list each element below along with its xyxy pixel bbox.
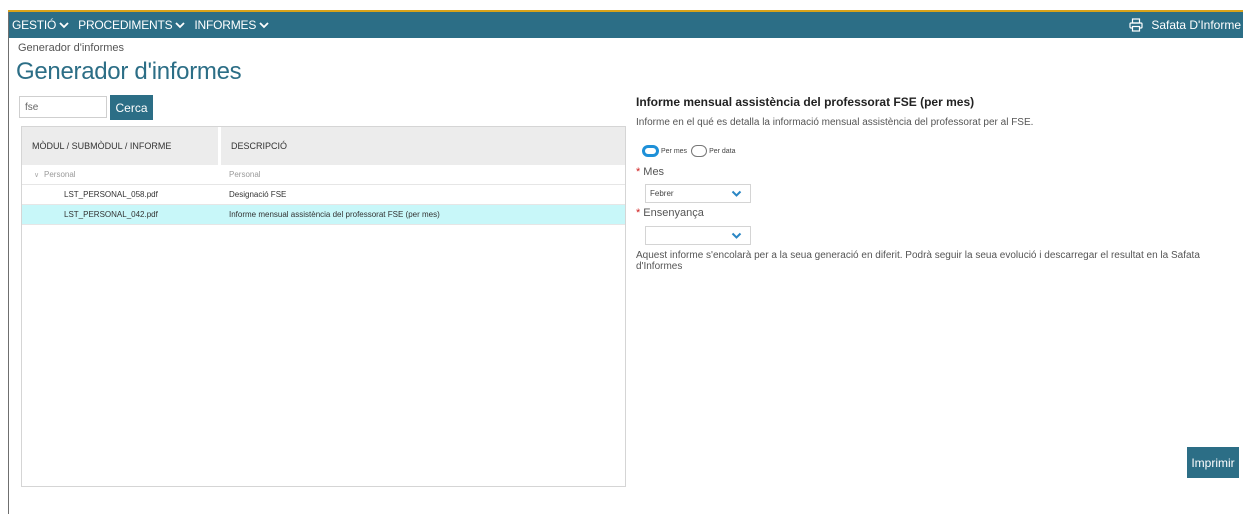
required-mark: *	[636, 166, 641, 178]
table-row[interactable]: LST_PERSONAL_058.pdf Designació FSE	[22, 185, 625, 205]
menu-gestio[interactable]: GESTIÓ	[12, 18, 70, 32]
table-cell-module: LST_PERSONAL_058.pdf	[64, 190, 158, 199]
reports-table: MÒDUL / SUBMÒDUL / INFORME DESCRIPCIÓ ∨ P…	[21, 126, 626, 487]
printer-icon	[1129, 18, 1143, 32]
period-radio-group: Per mes Per data	[642, 145, 740, 157]
menu-informes[interactable]: INFORMES	[194, 18, 270, 32]
chevron-down-icon	[731, 190, 742, 197]
mes-label-text: Mes	[643, 166, 665, 178]
menu-informes-label: INFORMES	[194, 18, 257, 32]
menu-gestio-label: GESTIÓ	[12, 18, 57, 32]
report-tray-label: Safata D'Informe	[1151, 18, 1241, 32]
chevron-down-icon	[259, 22, 269, 29]
column-header-description[interactable]: DESCRIPCIÓ	[221, 127, 625, 165]
search-input[interactable]	[19, 96, 107, 118]
table-row-selected[interactable]: LST_PERSONAL_042.pdf Informe mensual ass…	[22, 205, 625, 225]
report-tray-link[interactable]: Safata D'Informe	[1129, 12, 1241, 38]
report-description: Informe en el qué es detalla la informac…	[636, 117, 1034, 128]
top-navigation-bar: GESTIÓ PROCEDIMENTS INFORMES Safata D'In…	[9, 12, 1243, 38]
report-title: Informe mensual assistència del professo…	[636, 95, 975, 109]
left-border	[8, 12, 9, 514]
chevron-down-icon	[731, 232, 742, 239]
ensenyanca-label-text: Ensenyança	[643, 207, 704, 219]
group-name: Personal	[44, 170, 76, 179]
menu-procediments-label: PROCEDIMENTS	[78, 18, 173, 32]
radio-per-data[interactable]	[691, 145, 708, 157]
ensenyanca-select[interactable]	[645, 226, 751, 245]
column-header-module[interactable]: MÒDUL / SUBMÒDUL / INFORME	[22, 127, 218, 165]
table-row-group[interactable]: ∨ Personal Personal	[22, 165, 625, 185]
mes-select-value: Febrer	[650, 189, 674, 198]
table-cell-description: Informe mensual assistència del professo…	[229, 210, 440, 219]
table-header: MÒDUL / SUBMÒDUL / INFORME DESCRIPCIÓ	[22, 127, 625, 165]
print-button[interactable]: Imprimir	[1187, 447, 1239, 478]
mes-select[interactable]: Febrer	[645, 184, 751, 203]
table-cell-description: Personal	[229, 170, 261, 179]
radio-per-mes[interactable]	[642, 145, 659, 157]
expand-chevron-icon[interactable]: ∨	[34, 171, 44, 179]
chevron-down-icon	[175, 22, 186, 29]
search-button[interactable]: Cerca	[110, 95, 153, 120]
menu-procediments[interactable]: PROCEDIMENTS	[78, 18, 186, 32]
table-cell-module: ∨ Personal	[22, 170, 221, 179]
required-mark: *	[636, 207, 641, 219]
breadcrumb: Generador d'informes	[18, 42, 125, 54]
radio-per-mes-label[interactable]: Per mes	[661, 148, 687, 155]
deferred-generation-info: Aquest informe s'encolarà per a la seua …	[636, 250, 1200, 272]
table-cell-description: Designació FSE	[229, 190, 287, 199]
page-title: Generador d'informes	[16, 58, 242, 85]
ensenyanca-label: * Ensenyança	[636, 207, 704, 219]
mes-label: * Mes	[636, 166, 664, 178]
table-cell-module: LST_PERSONAL_042.pdf	[64, 210, 158, 219]
chevron-down-icon	[59, 22, 69, 29]
radio-per-data-label[interactable]: Per data	[709, 148, 735, 155]
